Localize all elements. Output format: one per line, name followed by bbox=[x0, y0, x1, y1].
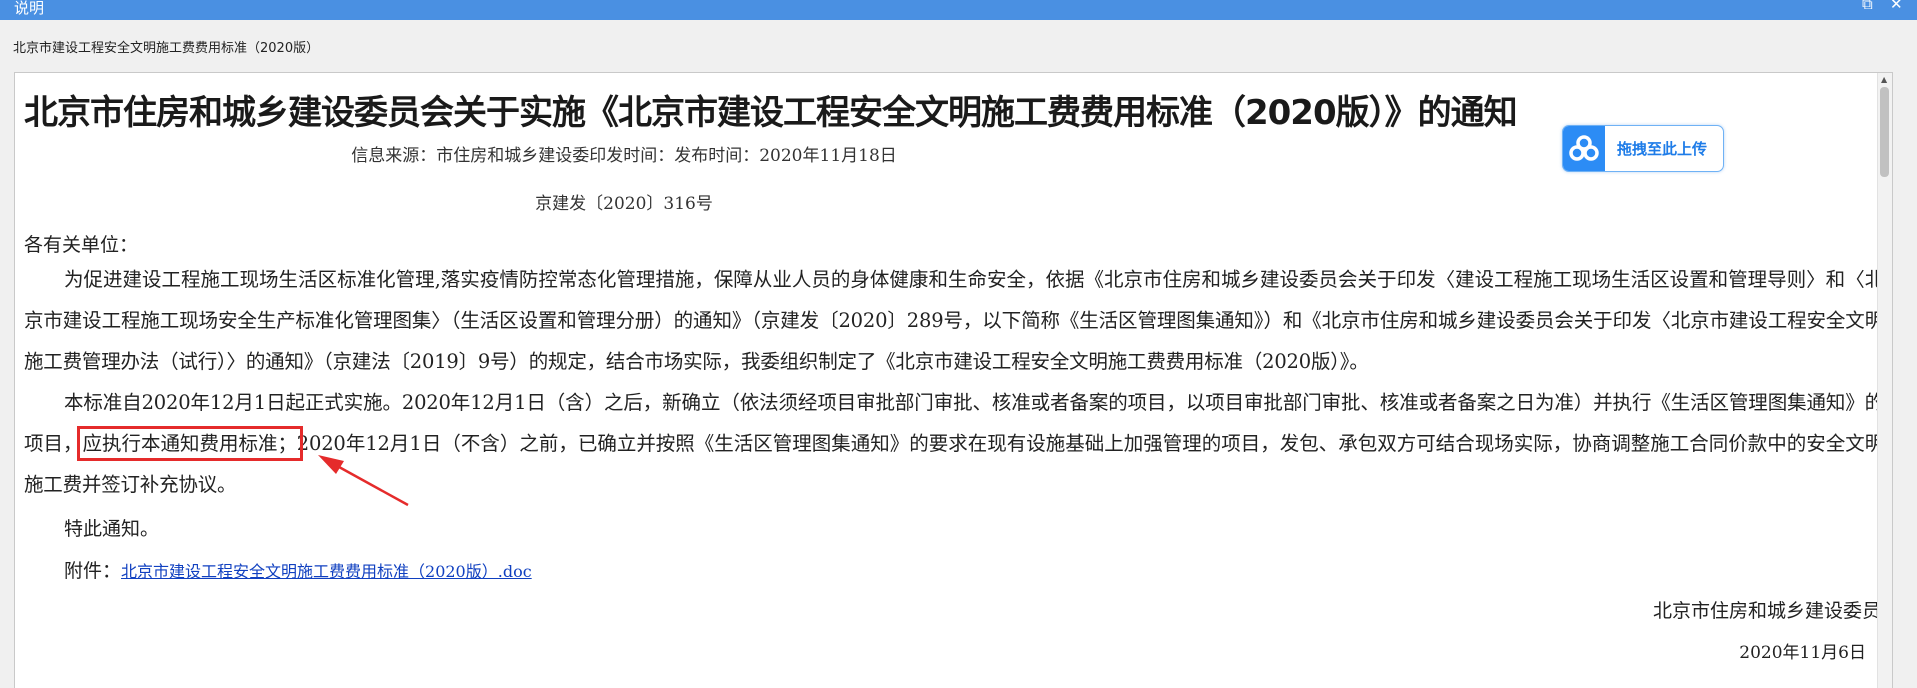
vertical-scrollbar[interactable]: ▲ bbox=[1877, 73, 1892, 688]
article-panel: 北京市住房和城乡建设委员会关于实施《北京市建设工程安全文明施工费费用标准（202… bbox=[14, 72, 1893, 688]
restore-icon[interactable]: ⧉ bbox=[1862, 0, 1873, 13]
paragraph-2-end: 2020年12月1日（不含）之前，已确立并按照《生活区管理图集通知》的要求在现有… bbox=[24, 432, 1885, 496]
page-title: 北京市住房和城乡建设委员会关于实施《北京市建设工程安全文明施工费费用标准（202… bbox=[24, 93, 1518, 133]
salutation: 各有关单位： bbox=[24, 234, 139, 256]
attachment-link[interactable]: 北京市建设工程安全文明施工费费用标准（2020版）.doc bbox=[121, 562, 532, 581]
document-number: 京建发〔2020〕316号 bbox=[535, 194, 713, 214]
signature: 北京市住房和城乡建设委员会 bbox=[1652, 600, 1893, 622]
breadcrumb: 北京市建设工程安全文明施工费费用标准（2020版） bbox=[13, 41, 320, 56]
window-title: 说明 bbox=[14, 0, 45, 17]
upload-widget[interactable]: 拖拽至此上传 bbox=[1562, 125, 1724, 172]
attachment-label: 附件： bbox=[64, 560, 122, 582]
attachment: 附件：北京市建设工程安全文明施工费费用标准（2020版）.doc bbox=[64, 556, 532, 583]
paragraph-2: 本标准自2020年12月1日起正式实施。2020年12月1日（含）之后，新确立（… bbox=[24, 382, 1884, 505]
article-meta: 信息来源：市住房和城乡建设委印发时间：发布时间：2020年11月18日 bbox=[351, 146, 897, 166]
scrollbar-thumb[interactable] bbox=[1880, 87, 1889, 177]
signature-date: 2020年11月6日 bbox=[1739, 643, 1866, 663]
paragraph-1: 为促进建设工程施工现场生活区标准化管理,落实疫情防控常态化管理措施，保障从业人员… bbox=[24, 268, 1884, 373]
close-icon[interactable]: ✕ bbox=[1890, 0, 1903, 13]
highlighted-text: 应执行本通知费用标准； bbox=[76, 426, 303, 461]
window-titlebar: 说明 ⧉ ✕ bbox=[0, 0, 1917, 20]
cloud-upload-icon bbox=[1563, 126, 1605, 171]
upload-label: 拖拽至此上传 bbox=[1617, 140, 1708, 158]
closing-notice: 特此通知。 bbox=[64, 518, 160, 540]
scroll-up-icon[interactable]: ▲ bbox=[1881, 75, 1887, 84]
